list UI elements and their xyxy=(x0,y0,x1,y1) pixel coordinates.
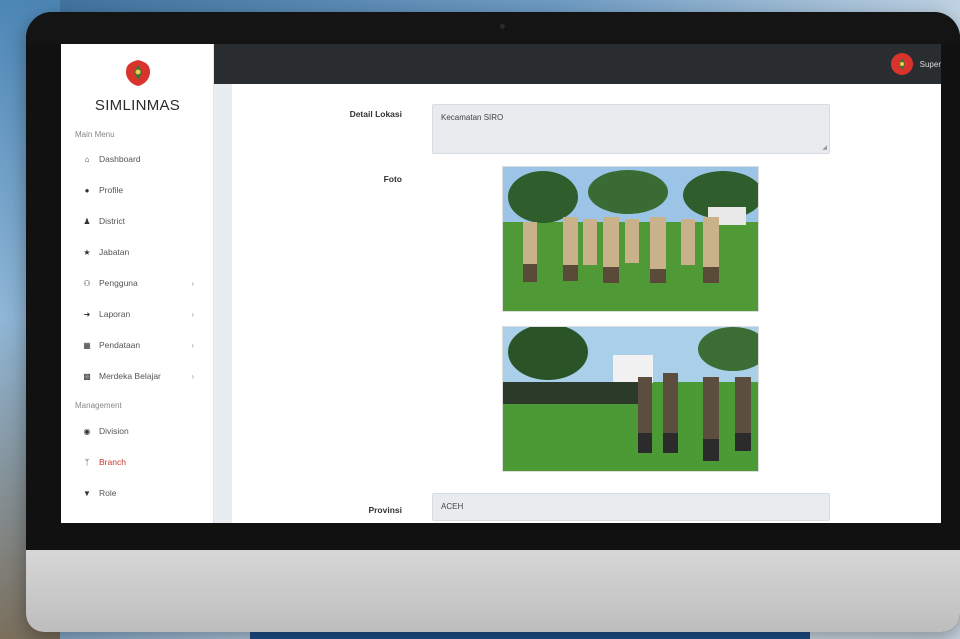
provinsi-value: ACEH xyxy=(441,502,464,511)
content-gutter xyxy=(214,84,232,523)
chevron-right-icon: › xyxy=(191,309,194,319)
photo-1[interactable] xyxy=(502,166,759,312)
person-icon: ♟ xyxy=(83,216,91,226)
sidebar-item-label: Role xyxy=(99,488,117,498)
sidebar-item-pengguna[interactable]: ⚇ Pengguna › xyxy=(69,272,206,294)
photo-1-image xyxy=(503,167,758,311)
main-content: Detail Lokasi Kecamatan SIRO ◢ Foto Prov… xyxy=(214,84,941,523)
home-icon: ⌂ xyxy=(84,154,90,164)
provinsi-label: Provinsi xyxy=(368,505,402,515)
sidebar-item-profile[interactable]: ● Profile xyxy=(69,179,206,201)
logo-shield-icon xyxy=(125,60,150,86)
sidebar-item-dashboard[interactable]: ⌂ Dashboard xyxy=(69,148,206,170)
resize-grip-icon[interactable]: ◢ xyxy=(822,144,827,151)
sidebar-item-pendataan[interactable]: ▦ Pendataan › xyxy=(69,334,206,356)
detail-lokasi-label: Detail Lokasi xyxy=(349,109,402,119)
sidebar-item-label: Division xyxy=(99,426,129,436)
user-icon: ● xyxy=(84,185,90,195)
camera-dot xyxy=(500,24,505,29)
sidebar-item-district[interactable]: ♟ District xyxy=(69,210,206,232)
logo[interactable]: SIMLINMAS xyxy=(61,58,214,114)
photo-2-image xyxy=(503,327,758,471)
sidebar: SIMLINMAS Main Menu ⌂ Dashboard ● Profil… xyxy=(61,44,214,523)
sidebar-item-laporan[interactable]: ➜ Laporan › xyxy=(69,303,206,325)
management-label: Management xyxy=(75,401,122,410)
sidebar-item-label: Pendataan xyxy=(99,340,141,350)
sidebar-item-label: Dashboard xyxy=(99,154,141,164)
users-icon: ⚇ xyxy=(83,278,91,288)
sidebar-item-label: Merdeka Belajar xyxy=(99,371,161,381)
photo-2[interactable] xyxy=(502,326,759,472)
chevron-right-icon: › xyxy=(191,371,194,381)
monitor: SIMLINMAS Main Menu ⌂ Dashboard ● Profil… xyxy=(26,12,960,632)
sidebar-item-division[interactable]: ◉ Division xyxy=(69,420,206,442)
avatar xyxy=(890,53,913,75)
provinsi-field[interactable]: ACEH xyxy=(432,493,830,521)
clipboard-icon: ▦ xyxy=(83,340,91,350)
chevron-right-icon: › xyxy=(191,278,194,288)
detail-form: Detail Lokasi Kecamatan SIRO ◢ Foto Prov… xyxy=(232,84,941,523)
user-name: Super xyxy=(919,59,941,69)
sidebar-item-jabatan[interactable]: ★ Jabatan xyxy=(69,241,206,263)
sidebar-item-label: Laporan xyxy=(99,309,131,319)
brand-name: SIMLINMAS xyxy=(94,97,181,114)
globe-icon: ◉ xyxy=(83,426,91,436)
sidebar-item-label: Pengguna xyxy=(99,278,138,288)
detail-lokasi-textarea[interactable]: Kecamatan SIRO ◢ xyxy=(432,104,830,154)
detail-lokasi-value: Kecamatan SIRO xyxy=(441,113,504,122)
main-menu-label: Main Menu xyxy=(75,130,115,139)
sidebar-item-label: Jabatan xyxy=(99,247,130,257)
foto-label: Foto xyxy=(383,174,402,184)
sidebar-item-role[interactable]: ▼ Role xyxy=(69,482,206,504)
user-menu[interactable]: Super xyxy=(890,52,941,76)
shield-icon: ▼ xyxy=(83,488,91,498)
sidebar-item-merdeka-belajar[interactable]: ▩ Merdeka Belajar › xyxy=(69,365,206,387)
sidebar-item-branch[interactable]: ᛉ Branch xyxy=(69,451,206,473)
monitor-bezel xyxy=(26,12,960,44)
branch-icon: ᛉ xyxy=(84,457,90,467)
arrow-icon: ➜ xyxy=(83,309,91,319)
chevron-right-icon: › xyxy=(191,340,194,350)
top-bar: Super xyxy=(214,44,941,84)
monitor-chin xyxy=(26,550,960,632)
sidebar-item-label: District xyxy=(99,216,125,226)
star-icon: ★ xyxy=(83,247,91,257)
sidebar-item-label: Profile xyxy=(99,185,124,195)
app-screen: SIMLINMAS Main Menu ⌂ Dashboard ● Profil… xyxy=(61,44,941,523)
chart-icon: ▩ xyxy=(83,371,91,381)
sidebar-item-label: Branch xyxy=(99,457,126,467)
